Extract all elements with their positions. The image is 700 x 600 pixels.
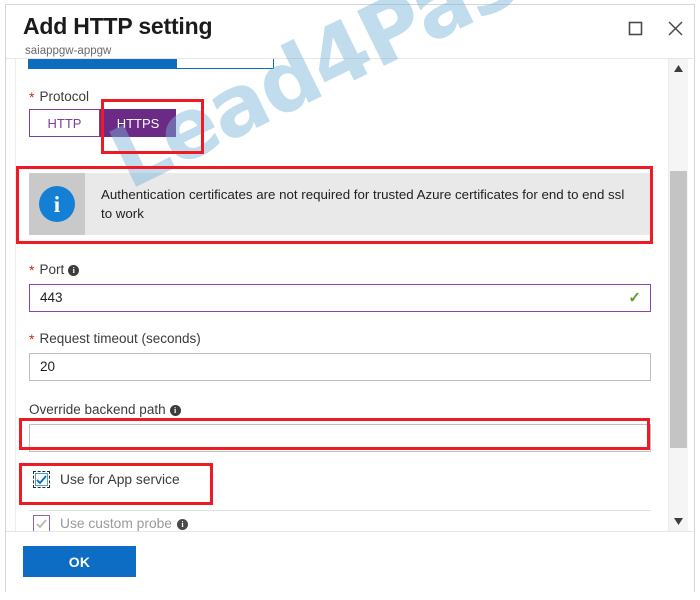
protocol-toggle-group: HTTP HTTPS xyxy=(29,109,176,137)
use-custom-probe-label: Use custom probe i xyxy=(60,516,188,531)
dialog-footer: OK xyxy=(6,531,694,592)
port-input[interactable]: 443 ✓ xyxy=(29,284,651,312)
protocol-option-https[interactable]: HTTPS xyxy=(100,109,176,137)
pivot-tab-primary[interactable] xyxy=(28,59,176,69)
required-marker: * xyxy=(29,88,35,105)
port-label: * Port i xyxy=(29,261,80,278)
use-custom-probe-row[interactable]: Use custom probe i xyxy=(33,515,188,531)
protocol-label-text: Protocol xyxy=(39,89,89,104)
scroll-down-button[interactable] xyxy=(669,512,688,531)
use-for-app-service-row[interactable]: Use for App service xyxy=(33,471,180,488)
vertical-scrollbar[interactable] xyxy=(668,59,688,531)
pivot-tab-secondary[interactable] xyxy=(176,59,274,69)
checkmark-icon xyxy=(36,519,47,529)
left-gutter xyxy=(6,59,16,531)
override-backend-path-label-text: Override backend path xyxy=(29,402,166,417)
ok-button[interactable]: OK xyxy=(23,546,136,577)
protocol-option-http[interactable]: HTTP xyxy=(29,109,100,137)
info-banner: i Authentication certificates are not re… xyxy=(29,173,651,235)
close-button[interactable] xyxy=(664,17,686,39)
use-for-app-service-label: Use for App service xyxy=(60,472,180,487)
dialog-body: * Protocol HTTP HTTPS i Authentication c… xyxy=(6,59,694,531)
request-timeout-value: 20 xyxy=(40,359,56,374)
add-http-setting-dialog: Add HTTP setting saiappgw-appgw * Protoc… xyxy=(0,0,700,600)
checkmark-icon: ✓ xyxy=(628,289,641,307)
info-icon-cell: i xyxy=(29,173,85,235)
port-input-value: 443 xyxy=(40,290,63,305)
info-icon[interactable]: i xyxy=(68,265,80,276)
dialog-header: Add HTTP setting saiappgw-appgw xyxy=(6,5,694,58)
request-timeout-label: * Request timeout (seconds) xyxy=(29,331,201,346)
request-timeout-input[interactable]: 20 xyxy=(29,353,651,381)
window-controls xyxy=(624,17,686,39)
info-icon[interactable]: i xyxy=(169,405,181,416)
checkmark-icon xyxy=(36,475,47,485)
chevron-up-icon xyxy=(674,65,683,72)
port-label-text: Port xyxy=(39,262,65,277)
scrollbar-thumb[interactable] xyxy=(670,171,687,448)
page-subtitle: saiappgw-appgw xyxy=(25,45,112,57)
protocol-label: * Protocol xyxy=(29,89,89,104)
use-custom-probe-label-text: Use custom probe xyxy=(60,516,172,531)
required-marker: * xyxy=(29,261,35,278)
info-icon: i xyxy=(39,186,75,222)
override-backend-path-label: Override backend path i xyxy=(29,402,181,417)
info-icon[interactable]: i xyxy=(176,519,188,530)
maximize-icon xyxy=(628,21,642,35)
section-divider xyxy=(29,510,651,511)
maximize-button[interactable] xyxy=(624,17,646,39)
use-for-app-service-checkbox[interactable] xyxy=(33,471,50,488)
close-icon xyxy=(667,20,683,36)
use-custom-probe-checkbox[interactable] xyxy=(33,515,50,531)
scroll-up-button[interactable] xyxy=(669,59,688,78)
info-banner-text: Authentication certificates are not requ… xyxy=(101,186,625,221)
required-marker: * xyxy=(29,330,35,347)
override-backend-path-input[interactable] xyxy=(29,424,651,452)
pivot-tabs xyxy=(28,59,274,69)
chevron-down-icon xyxy=(674,518,683,525)
page-title: Add HTTP setting xyxy=(23,13,213,39)
request-timeout-label-text: Request timeout (seconds) xyxy=(39,331,201,346)
